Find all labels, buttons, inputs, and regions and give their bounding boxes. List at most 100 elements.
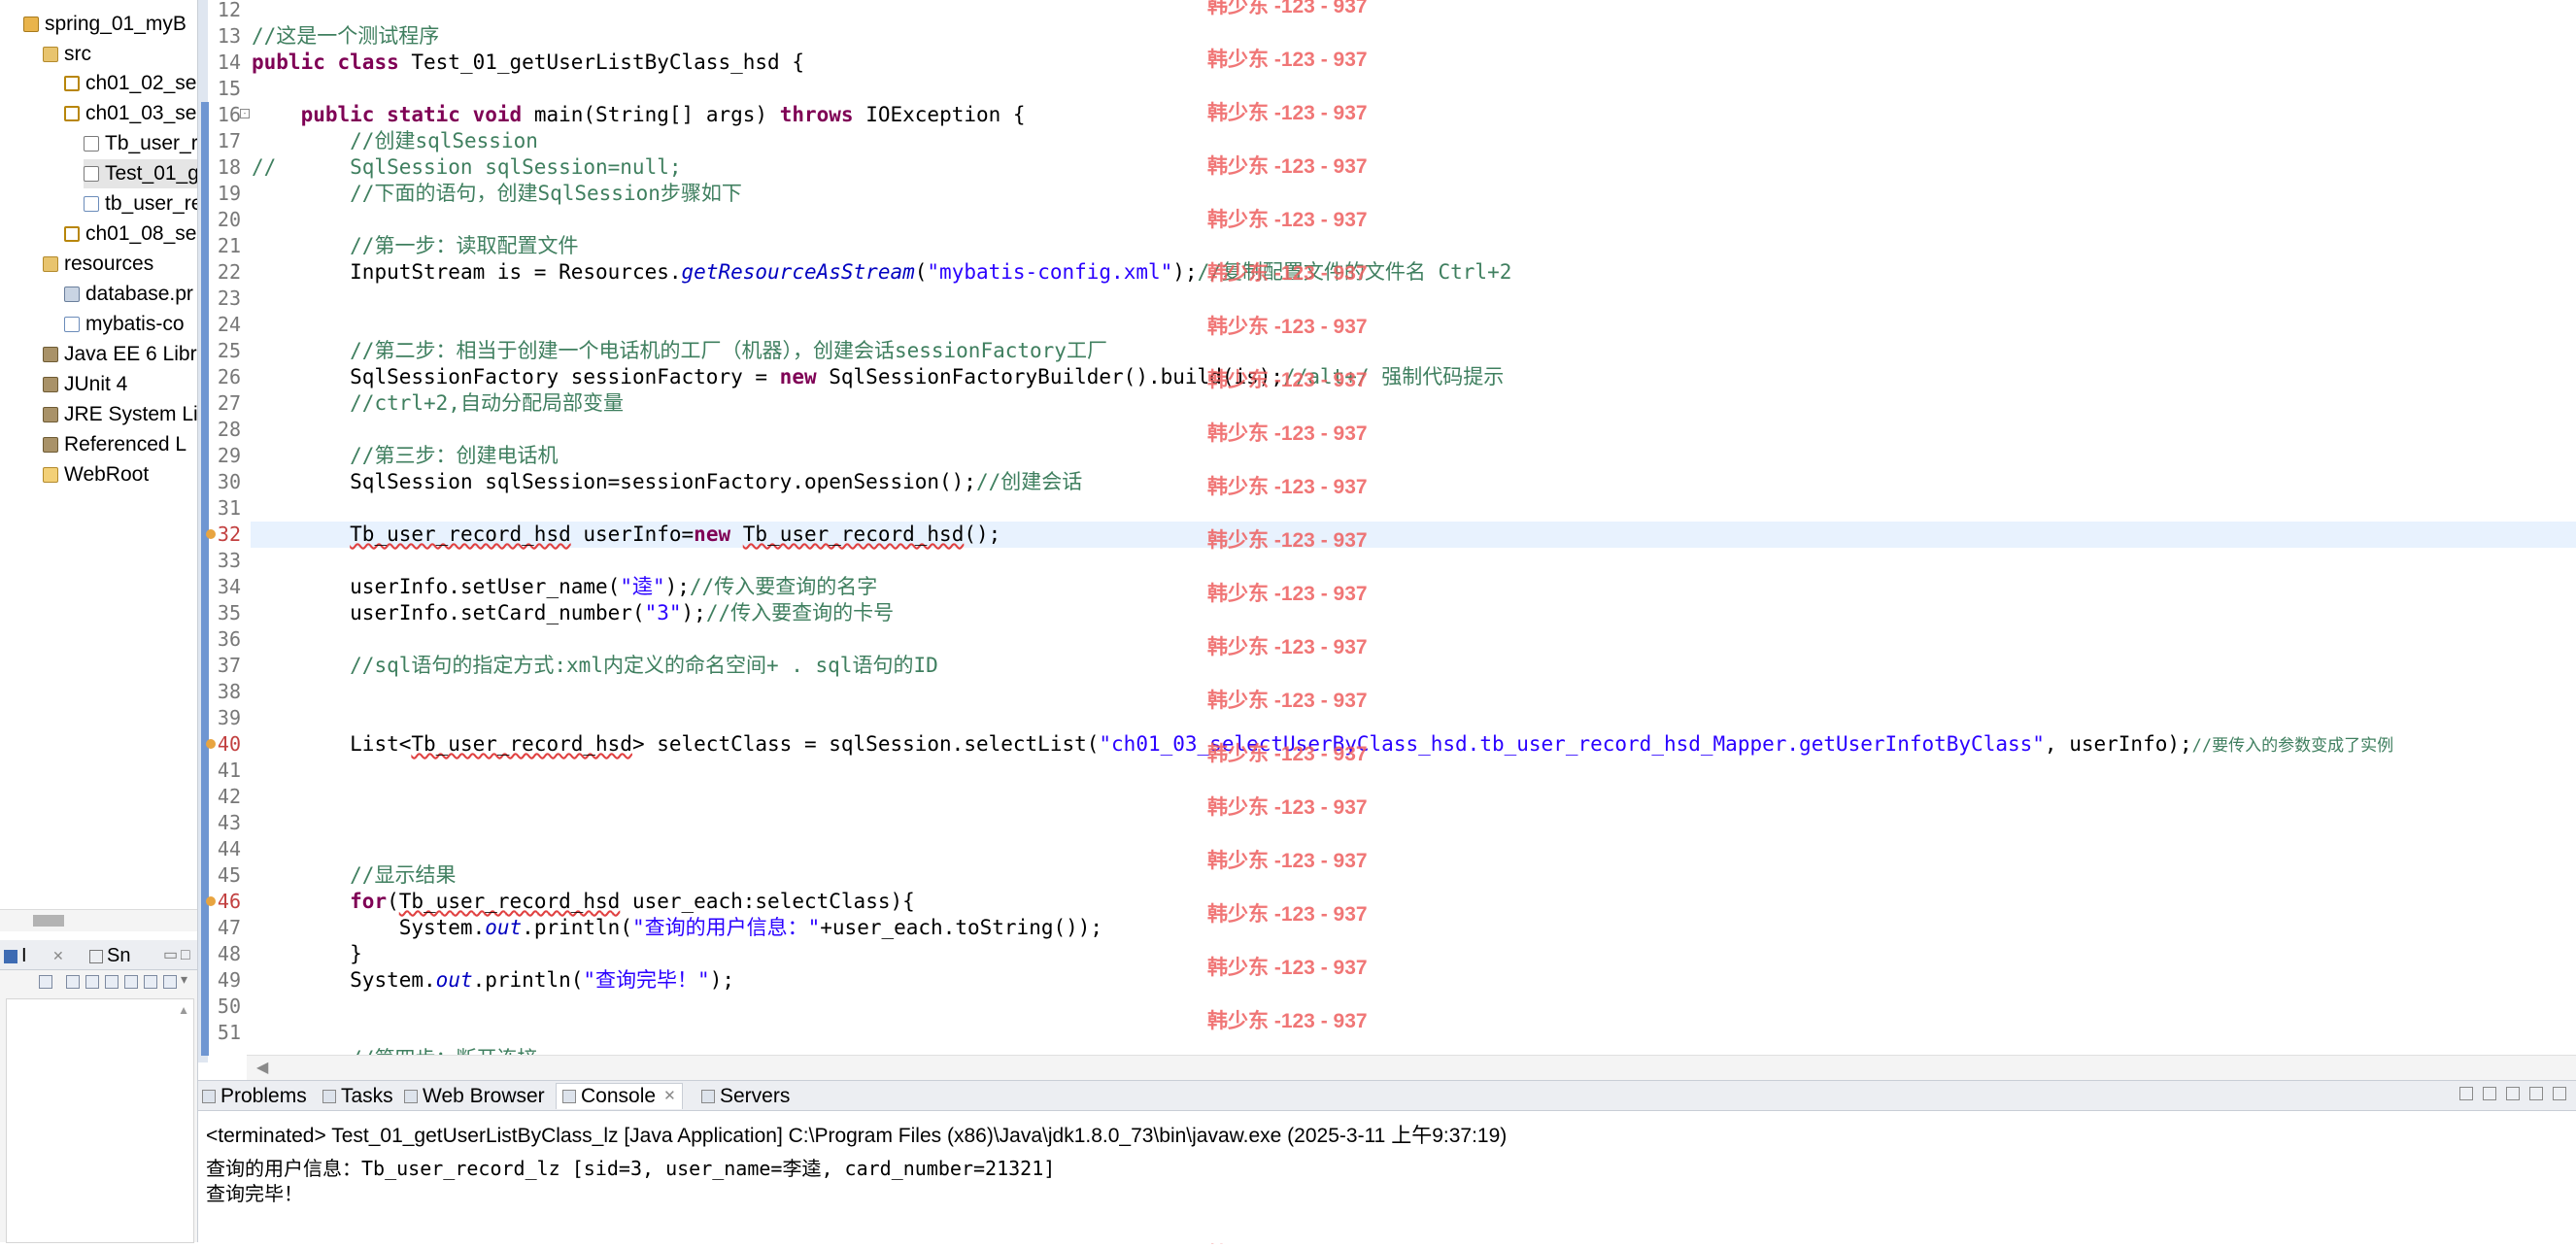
tree-item-package[interactable]: ch01_02_se: [64, 69, 196, 98]
tree-item-project[interactable]: spring_01_myB: [23, 10, 186, 39]
scroll-up-icon[interactable]: ▲: [178, 1003, 189, 1017]
outline-tabs: I ✕ Sn ▭ □: [0, 940, 197, 970]
code-line: //这是一个测试程序: [252, 24, 440, 48]
tool-icon[interactable]: [144, 975, 157, 989]
line-number: 41: [217, 759, 241, 782]
line-number: 26: [217, 365, 241, 388]
tab-tasks[interactable]: Tasks: [322, 1084, 393, 1109]
close-icon[interactable]: ✕: [663, 1084, 676, 1109]
code-line: //显示结果: [350, 863, 457, 887]
package-icon: [64, 106, 80, 121]
tree-item-properties-file[interactable]: database.pr: [64, 280, 193, 309]
tool-icon[interactable]: [39, 975, 52, 989]
line-number: 49: [217, 968, 241, 992]
outline-toolbar: ▾: [0, 971, 197, 993]
tab-web-browser[interactable]: Web Browser: [404, 1084, 545, 1109]
warning-marker-icon[interactable]: [206, 896, 216, 906]
tree-item-library[interactable]: Java EE 6 Libr: [43, 340, 197, 369]
console-pane: Problems Tasks Web Browser Console ✕ Serv…: [198, 1080, 2576, 1243]
tree-item-java-file-selected[interactable]: Test_01_g: [84, 159, 197, 188]
zoom-in-icon[interactable]: [105, 975, 119, 989]
outline-content: ▲: [6, 998, 194, 1243]
line-number: 19: [217, 182, 241, 205]
tab-servers[interactable]: Servers: [701, 1084, 790, 1109]
tab-problems[interactable]: Problems: [202, 1084, 307, 1109]
tool-icon[interactable]: [163, 975, 177, 989]
line-number: 29: [217, 444, 241, 467]
code-line-current: Tb_user_record_hsd userInfo=new Tb_user_…: [350, 523, 1001, 546]
tool-icon[interactable]: [66, 975, 80, 989]
tree-item-xml-file[interactable]: tb_user_re: [84, 189, 197, 219]
close-icon[interactable]: ✕: [52, 944, 64, 967]
project-icon: [23, 17, 39, 32]
tree-item-library[interactable]: JUnit 4: [43, 370, 127, 399]
code-line: //sql语句的指定方式:xml内定义的命名空间+ . sql语句的ID: [350, 654, 938, 677]
java-file-icon: [84, 166, 99, 182]
scrollbar-thumb[interactable]: [33, 915, 64, 927]
editor-horizontal-scrollbar[interactable]: ◀: [247, 1055, 2576, 1081]
code-line: //第二步：相当于创建一个电话机的工厂（机器），创建会话sessionFacto…: [350, 339, 1107, 362]
code-line: System.out.println("查询完毕！");: [350, 968, 734, 992]
tree-item-resources[interactable]: resources: [43, 250, 153, 279]
chevron-down-icon[interactable]: ▾: [181, 971, 187, 988]
line-number: 31: [217, 496, 241, 520]
folder-icon: [43, 47, 58, 62]
line-number: 45: [217, 863, 241, 887]
folder-icon: [43, 256, 58, 272]
line-number: 51: [217, 1021, 241, 1044]
tree-item-java-file[interactable]: Tb_user_r: [84, 129, 197, 158]
tree-item-webroot[interactable]: WebRoot: [43, 460, 149, 489]
tree-item-src[interactable]: src: [43, 40, 91, 69]
minimize-icon[interactable]: ▭: [163, 944, 178, 967]
remove-launch-icon[interactable]: [2483, 1087, 2496, 1100]
outline-pane: I ✕ Sn ▭ □ ▾ ▲: [0, 940, 198, 1243]
library-icon: [43, 377, 58, 392]
tab-console[interactable]: Console ✕: [556, 1083, 683, 1109]
zoom-out-icon[interactable]: [85, 975, 99, 989]
code-line: public static void main(String[] args) t…: [300, 103, 1026, 126]
explorer-horizontal-scrollbar[interactable]: [0, 909, 197, 931]
tree-item-library[interactable]: Referenced L: [43, 430, 186, 459]
tab-snippets[interactable]: Sn: [89, 944, 130, 967]
tool-icon[interactable]: [124, 975, 138, 989]
line-number: 18: [217, 155, 241, 179]
code-line: //下面的语句，创建SqlSession步骤如下: [350, 182, 742, 205]
tab-outline[interactable]: I: [4, 944, 27, 967]
tree-item-xml-file[interactable]: mybatis-co: [64, 310, 185, 339]
line-number: 36: [217, 627, 241, 651]
line-number: 17: [217, 129, 241, 152]
line-number: 28: [217, 418, 241, 441]
line-number: 21: [217, 234, 241, 257]
line-number: 22: [217, 260, 241, 284]
maximize-icon[interactable]: □: [181, 944, 190, 967]
code-line: //第一步：读取配置文件: [350, 234, 579, 257]
fold-icon[interactable]: -: [240, 109, 250, 118]
tree-item-package[interactable]: ch01_03_se: [64, 99, 196, 128]
code-line: SqlSessionFactory sessionFactory = new S…: [350, 365, 1505, 388]
console-toolbar: [2459, 1087, 2566, 1106]
tasks-icon: [322, 1090, 336, 1103]
line-number: 35: [217, 601, 241, 624]
scroll-left-icon[interactable]: ◀: [256, 1058, 268, 1077]
library-icon: [43, 347, 58, 362]
code-line: userInfo.setCard_number("3");//传入要查询的卡号: [350, 601, 895, 624]
scroll-lock-icon[interactable]: [2553, 1087, 2566, 1100]
servers-icon: [701, 1090, 715, 1103]
package-icon: [64, 76, 80, 91]
warning-marker-icon[interactable]: [206, 529, 216, 539]
code-line: userInfo.setUser_name("逵");//传入要查询的名字: [350, 575, 878, 598]
snippets-icon: [89, 949, 103, 963]
remove-all-icon[interactable]: [2506, 1087, 2520, 1100]
warning-marker-icon[interactable]: [206, 739, 216, 749]
tree-item-package[interactable]: ch01_08_se: [64, 219, 196, 249]
code-line: // SqlSession sqlSession=null;: [252, 155, 682, 179]
line-number: 39: [217, 706, 241, 729]
code-line: //创建sqlSession: [350, 129, 538, 152]
line-number: 47: [217, 916, 241, 939]
line-number: 37: [217, 654, 241, 677]
clear-console-icon[interactable]: [2529, 1087, 2543, 1100]
line-number: 30: [217, 470, 241, 493]
tree-item-library[interactable]: JRE System Li: [43, 400, 197, 429]
terminate-icon[interactable]: [2459, 1087, 2473, 1100]
line-number: 48: [217, 942, 241, 965]
